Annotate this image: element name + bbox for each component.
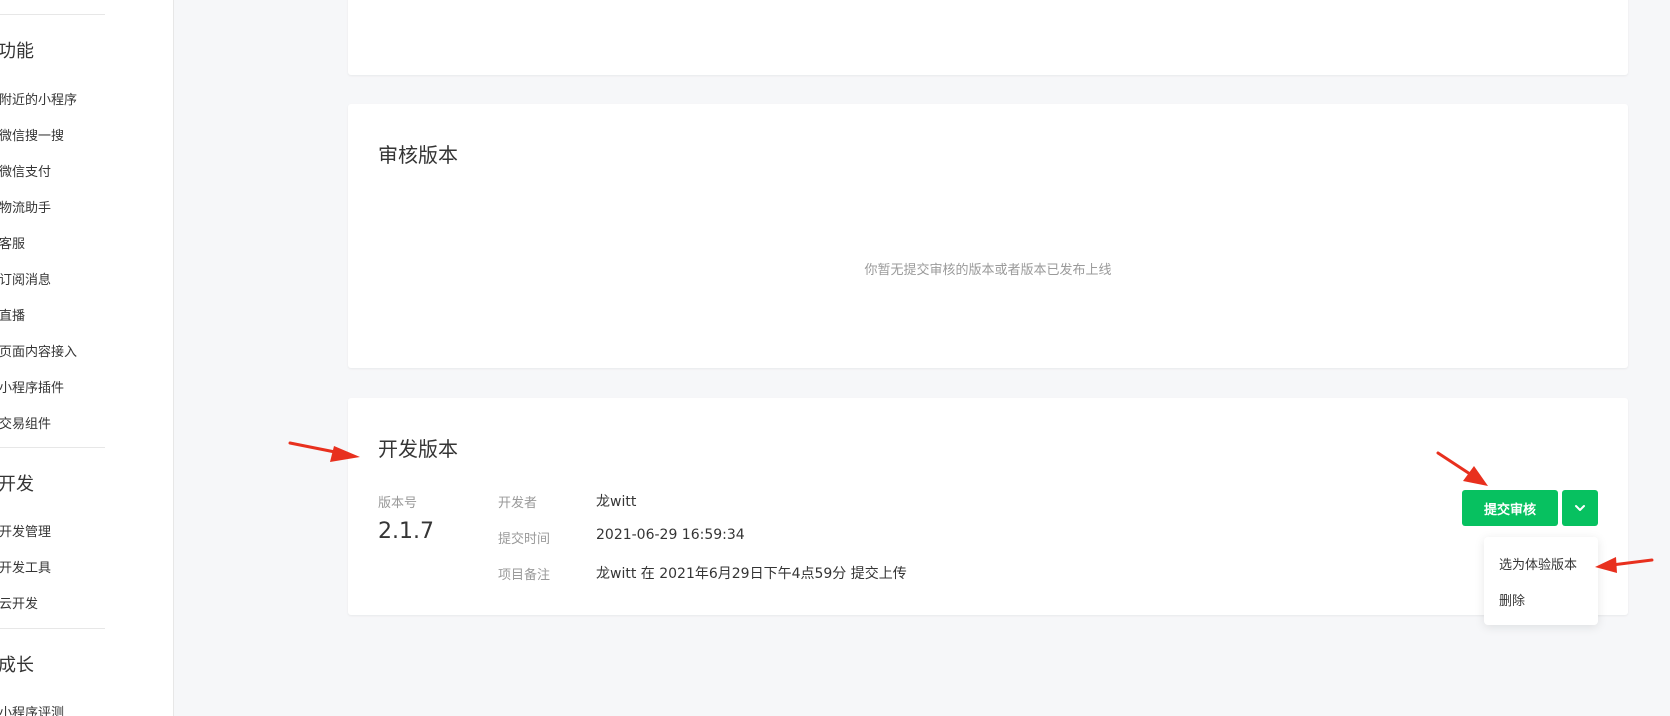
sidebar-section-growth: 成长 bbox=[0, 655, 34, 676]
note-value: 龙witt 在 2021年6月29日下午4点59分 提交上传 bbox=[596, 566, 907, 582]
dropdown-item-delete[interactable]: 删除 bbox=[1499, 590, 1525, 609]
developer-label: 开发者 bbox=[498, 496, 538, 511]
sidebar: 功能 附近的小程序 微信搜一搜 微信支付 物流助手 客服 订阅消息 直播 页面内… bbox=[0, 0, 174, 716]
sidebar-item-customer-service[interactable]: 客服 bbox=[0, 233, 25, 252]
sidebar-divider bbox=[0, 447, 105, 448]
sidebar-item-cloud-dev[interactable]: 云开发 bbox=[0, 593, 38, 612]
sidebar-item-dev-management[interactable]: 开发管理 bbox=[0, 521, 51, 540]
note-label: 项目备注 bbox=[498, 568, 551, 583]
sidebar-divider bbox=[0, 14, 105, 15]
online-version-card bbox=[348, 0, 1628, 75]
sidebar-divider bbox=[0, 628, 105, 629]
more-actions-dropdown: 选为体验版本 删除 bbox=[1484, 537, 1598, 625]
review-empty-message: 你暂无提交审核的版本或者版本已发布上线 bbox=[864, 263, 1112, 278]
sidebar-item-page-content[interactable]: 页面内容接入 bbox=[0, 341, 77, 360]
version-number: 2.1.7 bbox=[378, 519, 434, 544]
sidebar-item-live[interactable]: 直播 bbox=[0, 305, 25, 324]
submit-time-value: 2021-06-29 16:59:34 bbox=[596, 527, 745, 543]
more-actions-button[interactable] bbox=[1562, 490, 1598, 526]
sidebar-item-logistics[interactable]: 物流助手 bbox=[0, 197, 51, 216]
dev-version-title: 开发版本 bbox=[378, 437, 458, 461]
sidebar-item-wechat-search[interactable]: 微信搜一搜 bbox=[0, 125, 64, 144]
review-version-card: 审核版本 你暂无提交审核的版本或者版本已发布上线 bbox=[348, 104, 1628, 368]
dev-version-card: 开发版本 版本号 2.1.7 开发者 龙witt 提交时间 2021-06-29… bbox=[348, 398, 1628, 615]
sidebar-item-evaluation[interactable]: 小程序评测 bbox=[0, 702, 64, 716]
sidebar-item-subscription[interactable]: 订阅消息 bbox=[0, 269, 51, 288]
submit-time-label: 提交时间 bbox=[498, 532, 551, 547]
chevron-down-icon bbox=[1575, 505, 1585, 511]
sidebar-section-dev: 开发 bbox=[0, 474, 34, 495]
version-label: 版本号 bbox=[378, 496, 418, 511]
sidebar-item-wechat-pay[interactable]: 微信支付 bbox=[0, 161, 51, 180]
sidebar-item-plugins[interactable]: 小程序插件 bbox=[0, 377, 64, 396]
sidebar-item-trade-component[interactable]: 交易组件 bbox=[0, 413, 51, 432]
sidebar-item-nearby-miniprogram[interactable]: 附近的小程序 bbox=[0, 89, 77, 108]
sidebar-item-dev-tools[interactable]: 开发工具 bbox=[0, 557, 51, 576]
review-version-title: 审核版本 bbox=[378, 143, 458, 167]
developer-value: 龙witt bbox=[596, 494, 637, 510]
submit-review-button[interactable]: 提交审核 bbox=[1462, 490, 1558, 526]
dropdown-item-set-experience-version[interactable]: 选为体验版本 bbox=[1499, 554, 1577, 573]
sidebar-section-feature: 功能 bbox=[0, 41, 34, 62]
